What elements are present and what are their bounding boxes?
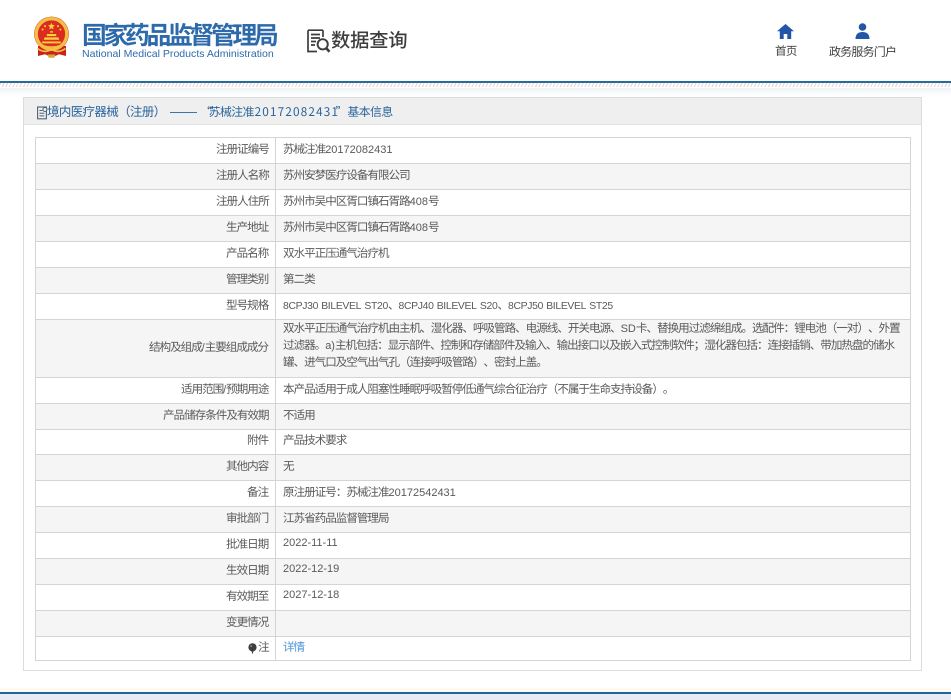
svg-text:20172542431: 20172542431 bbox=[389, 487, 456, 499]
svg-text:ST25: ST25 bbox=[589, 301, 613, 312]
svg-text:BILEVEL: BILEVEL bbox=[437, 301, 477, 312]
svg-text:/: / bbox=[202, 342, 205, 354]
svg-text:SD: SD bbox=[621, 323, 636, 335]
svg-text:S20: S20 bbox=[480, 301, 498, 312]
svg-text:BILEVEL: BILEVEL bbox=[321, 301, 361, 312]
svg-text:8CPJ30: 8CPJ30 bbox=[283, 301, 319, 312]
svg-text:408: 408 bbox=[410, 222, 428, 234]
svg-text:BILEVEL: BILEVEL bbox=[546, 301, 586, 312]
svg-text:408: 408 bbox=[410, 196, 428, 208]
svg-text:/: / bbox=[223, 384, 226, 396]
svg-text:20172082431: 20172082431 bbox=[325, 144, 392, 156]
svg-text:8CPJ40: 8CPJ40 bbox=[399, 301, 435, 312]
svg-text:8CPJ50: 8CPJ50 bbox=[508, 301, 544, 312]
svg-text:a): a) bbox=[325, 340, 335, 352]
svg-text:ST20: ST20 bbox=[364, 301, 388, 312]
